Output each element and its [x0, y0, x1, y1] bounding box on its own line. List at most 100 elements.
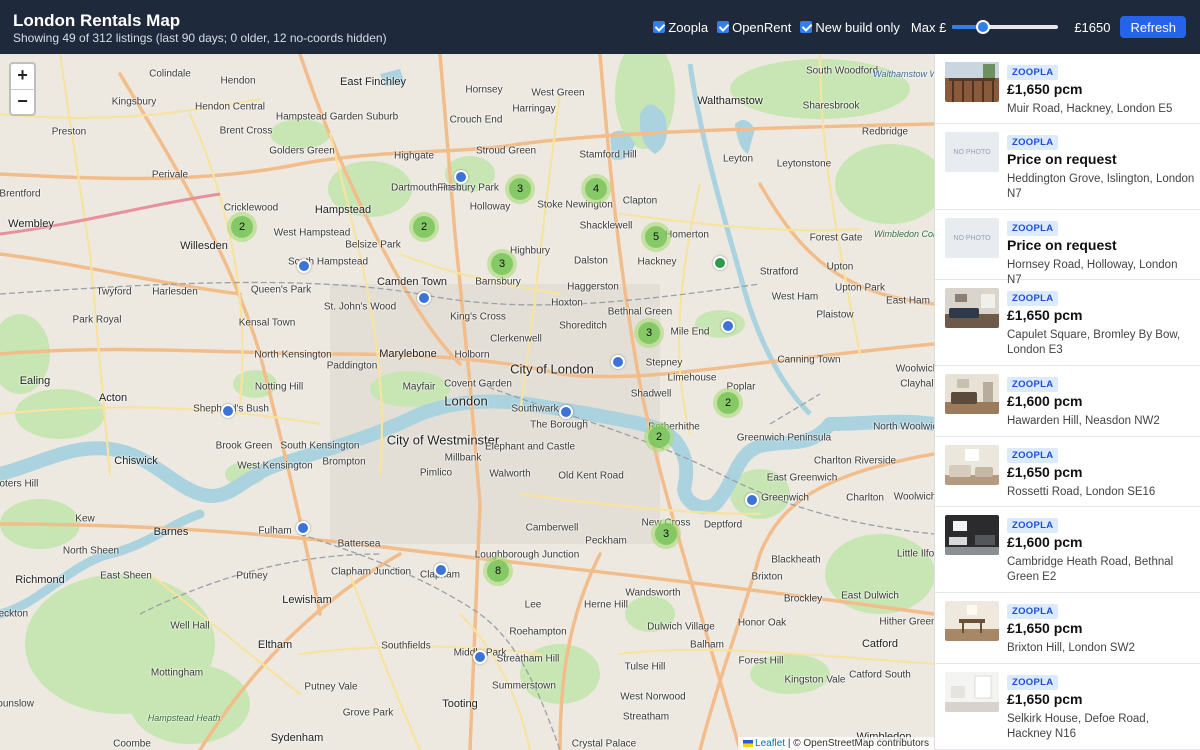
listing-address: Muir Road, Hackney, London E5 — [1007, 103, 1173, 115]
filter-openrent[interactable]: OpenRent — [717, 20, 791, 35]
zoom-out-button[interactable]: − — [11, 89, 34, 114]
map-place-label: Stepney — [645, 357, 683, 369]
map-place-label: Brixton — [751, 571, 783, 583]
listing-marker[interactable] — [611, 355, 625, 369]
map-place-label: Battersea — [337, 538, 381, 550]
listing-item[interactable]: ZOOPLA £1,650 pcm Brixton Hill, London SW2 — [935, 593, 1200, 664]
map-place-label: Putney — [236, 570, 268, 582]
map-place-label: Leyton — [722, 153, 754, 165]
listing-item[interactable]: NO PHOTO ZOOPLA Price on request Heddington… — [935, 124, 1200, 210]
marker-cluster[interactable]: 2 — [227, 212, 257, 242]
marker-cluster[interactable]: 2 — [409, 212, 439, 242]
map-place-label: Mottingham — [150, 667, 204, 679]
leaflet-link[interactable]: Leaflet — [755, 738, 785, 749]
zoopla-checkbox[interactable] — [653, 21, 666, 33]
openrent-checkbox[interactable] — [717, 21, 730, 33]
map-place-label: Shadwell — [630, 388, 672, 400]
listing-item[interactable]: ZOOPLA £1,600 pcm Cambridge Heath Road, Be… — [935, 507, 1200, 593]
listing-item[interactable]: ZOOPLA £1,650 pcm Muir Road, Hackney, Lond… — [935, 54, 1200, 124]
filter-zoopla[interactable]: Zoopla — [653, 20, 708, 35]
map-place-label: West Kensington — [237, 460, 313, 472]
map-place-label: Park Royal — [72, 314, 122, 326]
marker-cluster[interactable]: 3 — [505, 174, 535, 204]
map-place-label: Forest Gate — [809, 232, 863, 244]
map-place-label: Perivale — [151, 169, 189, 181]
listing-item[interactable]: NO PHOTO ZOOPLA Price on request Hornsey Ro… — [935, 210, 1200, 286]
map-place-label: Grove Park — [342, 707, 394, 719]
listing-address: Capulet Square, Bromley By Bow, London E… — [1007, 329, 1181, 356]
source-badge: ZOOPLA — [1007, 604, 1059, 619]
listing-address: Cambridge Heath Road, Bethnal Green E2 — [1007, 556, 1174, 583]
map-place-label: Richmond — [15, 574, 65, 586]
marker-cluster[interactable]: 3 — [487, 249, 517, 279]
map-place-label: Haggerston — [567, 281, 619, 293]
map-view[interactable]: Colindale Hendon East Finchley Hornsey West … — [0, 54, 934, 750]
listing-marker[interactable] — [721, 319, 735, 333]
map-place-label: Well Hall — [170, 620, 210, 632]
map-place-label: Acton — [98, 392, 128, 404]
listing-marker[interactable] — [297, 259, 311, 273]
marker-cluster[interactable]: 4 — [581, 174, 611, 204]
map-place-label: Highbury — [509, 245, 551, 257]
marker-cluster[interactable]: 3 — [634, 318, 664, 348]
slider-thumb[interactable] — [976, 20, 991, 34]
map-attribution: Leaflet | © OpenStreetMap contributors — [738, 737, 934, 750]
map-place-label: The Borough — [530, 419, 588, 431]
listing-marker[interactable] — [454, 170, 468, 184]
refresh-button[interactable]: Refresh — [1120, 16, 1186, 38]
map-place-label: Brent Cross — [219, 125, 273, 137]
map-place-label: Elephant and Castle — [484, 441, 576, 453]
listing-panel[interactable]: ZOOPLA £1,650 pcm Muir Road, Hackney, Lond… — [934, 54, 1200, 750]
map-place-label: Greenwich Peninsula — [736, 432, 832, 444]
listing-marker[interactable] — [417, 291, 431, 305]
listing-address: Selkirk House, Defoe Road, Hackney N16 — [1007, 713, 1149, 740]
new-build-checkbox[interactable] — [800, 21, 813, 33]
map-place-label: King's Cross — [450, 311, 506, 323]
marker-cluster[interactable]: 8 — [483, 556, 513, 586]
map-place-label: Brompton — [322, 456, 366, 468]
filter-new-build[interactable]: New build only — [800, 20, 900, 35]
map-place-label: Crouch End — [449, 114, 503, 126]
map-place-label: Stroud Green — [475, 145, 537, 157]
map-place-label: Highgate — [393, 150, 435, 162]
listing-marker[interactable] — [473, 650, 487, 664]
map-place-label: Greenwich — [761, 492, 809, 504]
map-place-label: Colindale — [149, 68, 191, 80]
listing-item[interactable]: ZOOPLA £1,600 pcm Hawarden Hill, Neasdon N… — [935, 366, 1200, 437]
listing-photo — [945, 672, 999, 712]
map-place-label: North Sheen — [62, 545, 120, 557]
listing-marker[interactable] — [434, 563, 448, 577]
map-place-label: Roehampton — [509, 626, 567, 638]
map-place-label: Blackheath — [771, 554, 821, 566]
map-place-label: Coombe — [113, 738, 151, 750]
listing-item[interactable]: ZOOPLA £1,650 pcm Capulet Square, Bromley … — [935, 280, 1200, 366]
max-price-label: Max £ — [910, 19, 947, 35]
map-place-label: Limehouse — [667, 372, 717, 384]
listing-marker[interactable] — [745, 493, 759, 507]
attribution-text: | © OpenStreetMap contributors — [787, 738, 929, 749]
cluster-count: 2 — [648, 426, 670, 448]
map-place-label: Holloway — [469, 201, 511, 213]
map-place-label: Wembley — [8, 218, 54, 230]
map-place-label: Summerstown — [492, 680, 556, 692]
listing-marker[interactable] — [559, 405, 573, 419]
max-price-slider[interactable] — [952, 20, 1059, 34]
marker-cluster[interactable]: 2 — [713, 388, 743, 418]
listing-item[interactable]: ZOOPLA £1,650 pcm Selkirk House, Defoe Roa… — [935, 664, 1200, 750]
map-place-label: Paddington — [326, 360, 378, 372]
listing-item[interactable]: ZOOPLA £1,650 pcm Rossetti Road, London SE… — [935, 437, 1200, 507]
map-place-label: Stratford — [759, 266, 799, 278]
zoom-in-button[interactable]: + — [11, 64, 34, 89]
cluster-count: 2 — [231, 216, 253, 238]
marker-cluster[interactable]: 2 — [644, 422, 674, 452]
map-place-label: Golders Green — [269, 145, 335, 157]
map-place-label: Hampstead — [314, 204, 372, 216]
listing-marker[interactable] — [713, 256, 727, 270]
map-place-label: Canning Town — [777, 354, 841, 366]
listing-marker[interactable] — [221, 404, 235, 418]
map-place-label: Camden Town — [376, 276, 448, 288]
listing-marker[interactable] — [296, 521, 310, 535]
marker-cluster[interactable]: 5 — [641, 222, 671, 252]
marker-cluster[interactable]: 3 — [651, 519, 681, 549]
source-badge: ZOOPLA — [1007, 221, 1059, 236]
